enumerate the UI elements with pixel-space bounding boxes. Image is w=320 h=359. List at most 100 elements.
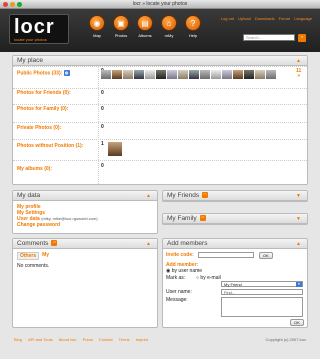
photo-thumbnail[interactable] [123, 70, 133, 79]
logo-slogan: locate your photos [14, 37, 47, 42]
no-comments-text: No comments. [17, 263, 50, 269]
nav-help[interactable]: ? Help [184, 15, 202, 38]
panel-title: My data [17, 192, 41, 199]
footer-blog-link[interactable]: Blog [14, 337, 22, 342]
nav-mmy[interactable]: ⌂ mMy [160, 15, 178, 38]
globe-icon: ◉ [89, 15, 105, 31]
collapse-arrow-icon[interactable]: ▲ [296, 56, 301, 66]
search-input[interactable]: Search... [243, 34, 295, 41]
photo-thumbnail[interactable] [156, 70, 166, 79]
column-divider [98, 67, 99, 184]
language-link[interactable]: Language [294, 16, 312, 21]
footer-imprint-link[interactable]: Imprint [136, 337, 148, 342]
footer-press-link[interactable]: Press [83, 337, 93, 342]
row-divider [13, 139, 307, 140]
tab-others[interactable]: Others [17, 252, 40, 260]
photo-thumbnail[interactable] [167, 70, 177, 79]
collapse-arrow-icon[interactable]: ▲ [146, 191, 151, 201]
row-count: 0 [101, 106, 104, 112]
my-place-header: My place ▲ [13, 56, 307, 66]
change-password-link[interactable]: Change password [17, 222, 153, 228]
upload-link[interactable]: Upload [238, 16, 251, 21]
no-position-photos-link[interactable]: Photos without Position (1): [17, 143, 83, 149]
nav-photos[interactable]: ▣ Photos [112, 15, 130, 38]
logout-link[interactable]: Log out [221, 16, 234, 21]
friends-photos-link[interactable]: Photos for Friends (0): [17, 90, 71, 96]
photo-thumbnail[interactable] [134, 70, 144, 79]
my-family-header[interactable]: My Family ◠ ▼ [163, 214, 307, 224]
window-titlebar: locr » locate your photos [0, 0, 320, 9]
photo-thumbnail[interactable] [255, 70, 265, 79]
my-family-panel: My Family ◠ ▼ [162, 213, 308, 225]
panel-title: My place [17, 57, 44, 64]
row-count: 0 [101, 124, 104, 130]
rss-icon[interactable]: ◠ [202, 192, 209, 199]
nav-albums[interactable]: ▤ Albums [136, 15, 154, 38]
photo-thumbnail[interactable] [222, 70, 232, 79]
by-email-option[interactable]: ○ by e-mail [196, 275, 221, 281]
by-username-option[interactable]: ◉ by user name [166, 268, 202, 274]
photo-thumbnail[interactable] [266, 70, 276, 79]
photo-thumbnail[interactable] [178, 70, 188, 79]
chevron-down-icon: ▼ [296, 282, 302, 287]
photo-thumbnail[interactable] [101, 70, 111, 79]
expand-arrow-icon[interactable]: ▼ [296, 191, 301, 201]
photo-thumbnail[interactable] [189, 70, 199, 79]
invite-ok-button[interactable]: OK [259, 252, 273, 259]
search-go-icon[interactable]: » [298, 34, 306, 42]
my-friends-header[interactable]: My Friends ◠ ▼ [163, 191, 307, 201]
add-member-ok-button[interactable]: OK [290, 319, 304, 326]
private-photos-link[interactable]: Private Photos (0): [17, 125, 61, 131]
forum-link[interactable]: Forum [279, 16, 291, 21]
photo-thumbnails [101, 70, 276, 79]
logo-text: locr [14, 16, 55, 38]
footer-about-link[interactable]: About locr [59, 337, 77, 342]
help-icon: ? [185, 15, 201, 31]
photo-thumbnail[interactable] [200, 70, 210, 79]
tab-my[interactable]: My [42, 252, 49, 260]
site-header: locr locate your photos ◉ Map ▣ Photos ▤ Al… [0, 9, 320, 52]
comments-tabs: Others My [17, 252, 153, 260]
photo-thumbnail[interactable] [233, 70, 243, 79]
downloads-link[interactable]: Downloads [255, 16, 275, 21]
mark-as-select[interactable]: My Friend ▼ [221, 281, 303, 287]
public-photos-link[interactable]: Public Photos (33): ◍ [17, 70, 70, 76]
browser-window: locr » locate your photos locr locate yo… [0, 0, 320, 359]
option-label: by e-mail [200, 275, 221, 281]
photo-thumbnail[interactable] [108, 142, 122, 156]
option-label: by user name [171, 268, 203, 274]
select-value: My Friend [224, 282, 242, 287]
collapse-arrow-icon[interactable]: ▲ [146, 239, 151, 249]
family-photos-link[interactable]: Photos for Family (0): [17, 106, 68, 112]
collapse-arrow-icon[interactable]: ▲ [296, 239, 301, 249]
message-textarea[interactable] [221, 297, 303, 317]
username-input[interactable]: Find... [221, 289, 303, 295]
my-albums-link[interactable]: My albums (0): [17, 166, 52, 172]
row-count: 1 [101, 141, 104, 147]
nav-label: Help [188, 33, 198, 38]
window-title: locr » locate your photos [132, 1, 188, 7]
photo-thumbnail[interactable] [244, 70, 254, 79]
comments-header: Comments ◠ ▲ [13, 239, 157, 249]
site-logo[interactable]: locr locate your photos [9, 14, 69, 44]
footer-contact-link[interactable]: Contact [99, 337, 113, 342]
mark-as-label: Mark as: [166, 275, 186, 281]
pager-next-icon: » [297, 73, 301, 79]
username-label: User name: [166, 289, 192, 295]
photo-thumbnail[interactable] [112, 70, 122, 79]
photo-thumbnail[interactable] [145, 70, 155, 79]
album-icon: ▤ [137, 15, 153, 31]
nav-label: Map [93, 33, 101, 38]
nav-label: Albums [138, 33, 152, 38]
expand-arrow-icon[interactable]: ▼ [296, 214, 301, 224]
rss-icon[interactable]: ◠ [199, 215, 206, 222]
photo-thumbnail[interactable] [211, 70, 221, 79]
rss-icon[interactable]: ◠ [51, 240, 58, 247]
photo-pager[interactable]: 11» [296, 69, 301, 79]
row-count: 0 [101, 163, 104, 169]
nav-map[interactable]: ◉ Map [88, 15, 106, 38]
invite-code-label: Invite code: [166, 252, 194, 258]
footer-terms-link[interactable]: Terms [119, 337, 130, 342]
footer-api-link[interactable]: API and Tools [28, 337, 53, 342]
invite-code-input[interactable] [198, 252, 254, 258]
